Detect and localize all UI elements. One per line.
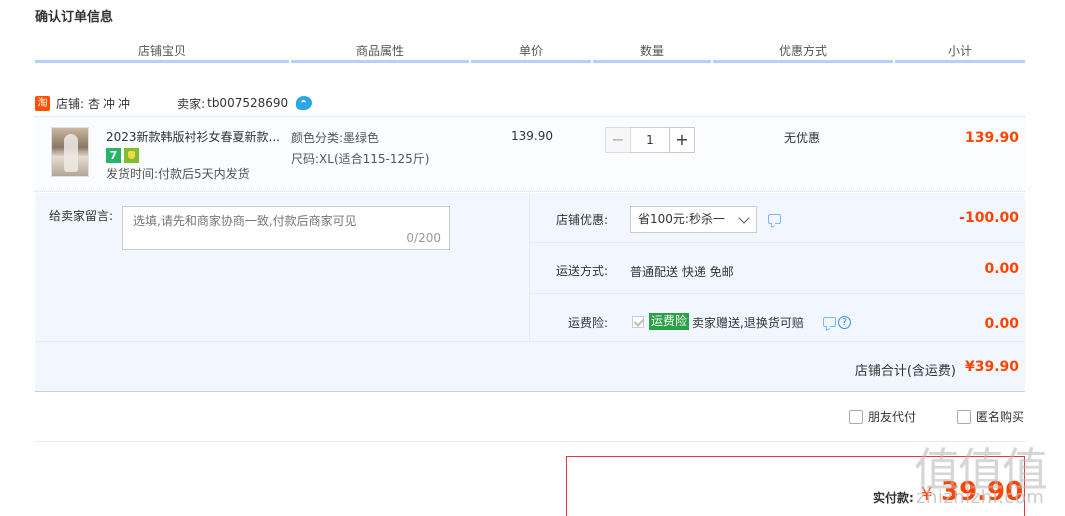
quantity-increase-button[interactable]: + <box>669 127 695 153</box>
order-options: 给卖家留言: 0/200 店铺优惠: 省100元:秒杀一 -100.00 运送方… <box>35 193 1025 341</box>
comment-icon[interactable] <box>768 214 781 224</box>
seller-message-input[interactable] <box>123 207 449 249</box>
product-title-link[interactable]: 2023新款韩版衬衫女春夏新款... <box>106 128 284 145</box>
shop-total-label: 店铺合计(含运费) <box>854 364 956 379</box>
discount-method: 无优惠 <box>784 131 821 145</box>
quantity-decrease-button[interactable]: − <box>605 127 631 153</box>
shop-name-link[interactable]: 杏冲冲 <box>88 95 133 112</box>
anonymous-label: 匿名购买 <box>976 410 1025 424</box>
wangwang-chat-icon[interactable] <box>296 96 313 110</box>
column-header-subtotal: 小计 <box>895 40 1025 63</box>
watermark: 值值值 zhizhizhi.com <box>914 434 1064 516</box>
column-header-unit-price: 单价 <box>471 40 591 63</box>
friend-pay-checkbox[interactable] <box>849 409 863 424</box>
shop-total-value: ¥39.90 <box>964 359 1019 375</box>
chevron-down-icon <box>738 212 750 224</box>
column-header-shop-item: 店铺宝贝 <box>35 40 289 63</box>
shipping-method: 普通配送 快递 免邮 <box>630 265 734 279</box>
column-header-attributes: 商品属性 <box>291 40 469 63</box>
shop-discount-label: 店铺优惠: <box>555 213 608 227</box>
unit-price: 139.90 <box>511 129 553 143</box>
shop-discount-select[interactable]: 省100元:秒杀一 <box>630 206 757 233</box>
payment-label: 实付款: <box>873 491 914 505</box>
order-item-row: 2023新款韩版衬衫女春夏新款... 7 发货时间:付款后5天内发货 颜色分类:… <box>35 116 1025 192</box>
consumer-guarantee-icon[interactable] <box>124 148 139 163</box>
seller-name-link[interactable]: tb007528690 <box>207 96 288 110</box>
ship-time: 发货时间:付款后5天内发货 <box>106 167 250 181</box>
shop-total-row: 店铺合计(含运费) ¥39.90 <box>35 341 1025 392</box>
page-title: 确认订单信息 <box>35 10 114 25</box>
insurance-text: 卖家赠送,退换货可赔 <box>692 316 804 330</box>
comment-icon[interactable] <box>823 317 836 327</box>
message-char-counter: 0/200 <box>406 231 441 245</box>
service-badges: 7 <box>106 148 139 163</box>
shop-discount-value: -100.00 <box>959 210 1019 226</box>
taobao-shop-icon: 淘 <box>35 95 50 111</box>
friend-pay-option[interactable]: 朋友代付 <box>849 408 916 425</box>
insurance-label: 运费险: <box>567 316 608 330</box>
insurance-tag: 运费险 <box>649 313 690 330</box>
shop-discount-row: 店铺优惠: 省100元:秒杀一 -100.00 <box>530 193 1025 243</box>
item-subtotal: 139.90 <box>964 130 1019 146</box>
seller-label: 卖家: <box>177 96 206 111</box>
friend-pay-label: 朋友代付 <box>868 410 917 424</box>
shipping-label: 运送方式: <box>555 264 608 278</box>
shop-info: 淘 店铺: 杏冲冲 卖家: tb007528690 <box>35 93 313 113</box>
product-thumbnail[interactable] <box>51 127 89 177</box>
divider <box>35 441 1025 442</box>
watermark-url: zhizhizhi.com <box>916 487 1045 508</box>
table-header: 店铺宝贝 商品属性 单价 数量 优惠方式 小计 <box>35 40 1025 66</box>
anonymous-checkbox[interactable] <box>957 409 971 424</box>
seven-day-return-icon[interactable]: 7 <box>106 148 121 163</box>
help-icon[interactable]: ? <box>838 316 851 329</box>
column-header-discount: 优惠方式 <box>713 40 893 63</box>
insurance-row: 运费险: 运费险 卖家赠送,退换货可赔 ? 0.00 <box>530 295 1025 341</box>
shop-discount-selected: 省100元:秒杀一 <box>638 212 725 226</box>
quantity-stepper: − + <box>605 127 695 153</box>
insurance-value: 0.00 <box>984 316 1019 332</box>
shipping-value: 0.00 <box>984 261 1019 277</box>
shipping-row: 运送方式: 普通配送 快递 免邮 0.00 <box>530 244 1025 294</box>
quantity-input[interactable] <box>631 127 669 153</box>
insurance-checkbox[interactable] <box>632 316 644 328</box>
seller-message-box: 0/200 <box>122 206 450 250</box>
attribute-size: 尺码:XL(适合115-125斤) <box>291 152 430 166</box>
attribute-color: 颜色分类:墨绿色 <box>291 131 380 145</box>
seller-message-label: 给卖家留言: <box>49 209 114 223</box>
shop-label: 店铺: <box>56 96 85 111</box>
column-header-quantity: 数量 <box>593 40 711 63</box>
anonymous-option[interactable]: 匿名购买 <box>957 408 1024 425</box>
